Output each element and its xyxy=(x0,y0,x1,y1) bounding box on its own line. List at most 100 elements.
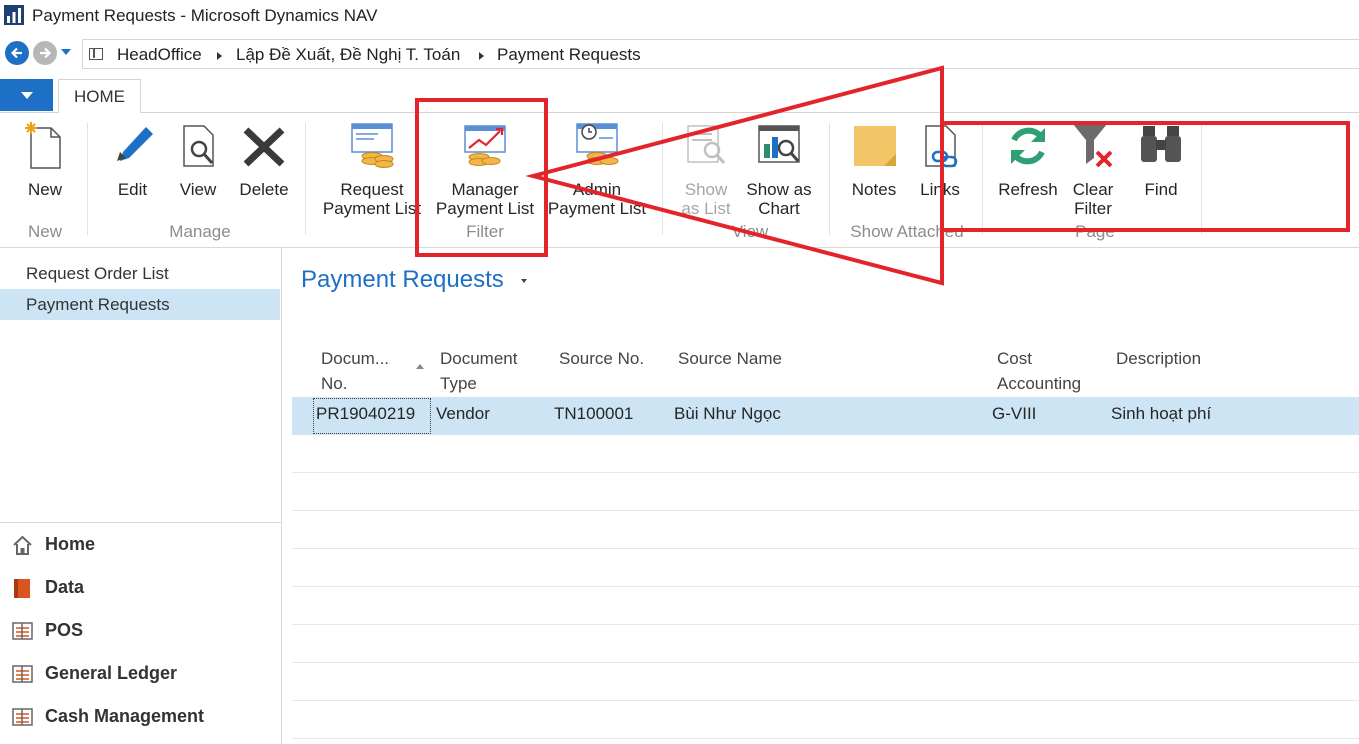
nav-area-data[interactable]: Data xyxy=(10,573,280,603)
column-header-document-no-line2: No. xyxy=(321,374,348,393)
request-payment-list-button[interactable]: Request Payment List xyxy=(318,122,426,218)
nav-area-general-ledger-label: General Ledger xyxy=(45,663,178,683)
empty-row-divider xyxy=(292,510,1359,511)
edit-button[interactable]: Edit xyxy=(110,122,155,199)
links-button[interactable]: Links xyxy=(914,122,966,199)
show-list-icon xyxy=(687,125,726,164)
application-menu-button[interactable] xyxy=(0,79,53,111)
show-as-chart-label-1: Show as xyxy=(746,180,812,199)
find-button-label: Find xyxy=(1144,180,1178,199)
tab-home[interactable]: HOME xyxy=(58,79,141,113)
forward-button[interactable] xyxy=(33,41,57,65)
cell-description[interactable]: Sinh hoạt phí xyxy=(1111,404,1211,424)
ribbon: New New Edit View Delete Manage Request … xyxy=(0,113,1359,248)
notes-button[interactable]: Notes xyxy=(846,122,902,199)
refresh-button-label: Refresh xyxy=(998,180,1058,199)
delete-button[interactable]: Delete xyxy=(236,122,292,199)
refresh-button[interactable]: Refresh xyxy=(996,122,1060,199)
history-dropdown-icon[interactable] xyxy=(61,49,71,55)
nav-area-pos[interactable]: POS xyxy=(10,616,280,646)
chart-magnifier-icon xyxy=(758,125,800,163)
manager-payment-list-button[interactable]: Manager Payment List xyxy=(431,122,539,218)
nav-item-request-order-list[interactable]: Request Order List xyxy=(0,258,280,289)
nav-area-cash-management[interactable]: Cash Management xyxy=(10,702,280,732)
empty-row-divider xyxy=(292,624,1359,625)
manager-payment-list-label-1: Manager xyxy=(451,180,519,199)
request-payment-list-label-1: Request xyxy=(340,180,404,199)
list-coins-icon xyxy=(351,123,394,168)
ledger-icon xyxy=(12,622,33,640)
address-field[interactable]: HeadOffice Lập Đề Xuất, Đề Nghị T. Toán … xyxy=(82,39,1359,69)
cell-document-no[interactable]: PR19040219 xyxy=(316,404,415,424)
column-header-cost-accounting[interactable]: Cost Accounting xyxy=(997,346,1081,396)
nav-area-home[interactable]: Home xyxy=(10,530,280,560)
clear-filter-icon xyxy=(1073,124,1113,168)
cell-source-no[interactable]: TN100001 xyxy=(554,404,633,424)
arrow-right-icon xyxy=(40,47,52,59)
admin-payment-list-button[interactable]: Admin Payment List xyxy=(543,122,651,218)
nav-area-general-ledger[interactable]: General Ledger xyxy=(10,659,280,689)
window-title: Payment Requests - Microsoft Dynamics NA… xyxy=(32,6,378,25)
nav-area-pos-label: POS xyxy=(45,620,84,640)
home-icon xyxy=(13,535,32,555)
breadcrumb-department[interactable]: Lập Đề Xuất, Đề Nghị T. Toán xyxy=(236,45,460,65)
back-button[interactable] xyxy=(5,41,29,65)
chevron-down-icon[interactable] xyxy=(521,279,527,283)
clear-filter-button[interactable]: Clear Filter xyxy=(1066,122,1120,218)
column-header-document-type-line1: Document xyxy=(440,349,518,368)
group-separator xyxy=(829,123,830,235)
breadcrumb-payment-requests[interactable]: Payment Requests xyxy=(497,45,641,65)
admin-payment-list-label-1: Admin xyxy=(572,180,622,199)
page-title[interactable]: Payment Requests xyxy=(301,266,504,294)
title-bar: Payment Requests - Microsoft Dynamics NA… xyxy=(0,0,1359,32)
empty-row-divider xyxy=(292,472,1359,473)
column-header-cost-accounting-line2: Accounting xyxy=(997,374,1082,393)
breadcrumb-separator-icon[interactable] xyxy=(479,52,484,60)
address-bar: HeadOffice Lập Đề Xuất, Đề Nghị T. Toán … xyxy=(0,36,1359,72)
new-document-icon xyxy=(25,122,61,169)
group-label-page: Page xyxy=(1075,222,1115,241)
dynamics-nav-logo-icon xyxy=(4,5,24,25)
group-separator xyxy=(305,123,306,235)
group-label-manage: Manage xyxy=(169,222,231,241)
find-button[interactable]: Find xyxy=(1136,122,1186,199)
links-button-label: Links xyxy=(920,180,960,199)
show-as-chart-label-2: Chart xyxy=(758,199,800,218)
show-as-list-label-1: Show xyxy=(684,180,728,199)
breadcrumb-separator-icon[interactable] xyxy=(217,52,222,60)
show-as-list-button[interactable]: Show as List xyxy=(676,122,736,218)
cell-source-name[interactable]: Bùi Như Ngọc xyxy=(674,404,781,424)
column-header-description[interactable]: Description xyxy=(1116,346,1201,371)
new-button[interactable]: New xyxy=(18,122,72,199)
breadcrumb-headoffice[interactable]: HeadOffice xyxy=(117,45,202,65)
column-header-document-no[interactable]: Docum... No. xyxy=(321,346,389,396)
manager-payment-list-label-2: Payment List xyxy=(435,199,535,218)
view-button[interactable]: View xyxy=(172,122,224,199)
group-label-new: New xyxy=(27,222,62,241)
page-icon xyxy=(89,48,103,60)
show-as-chart-button[interactable]: Show as Chart xyxy=(743,122,815,218)
column-header-cost-accounting-line1: Cost xyxy=(997,349,1032,368)
cell-cost-accounting[interactable]: G-VIII xyxy=(992,404,1036,424)
ledger-icon xyxy=(12,708,33,726)
navigation-pane: Request Order List Payment Requests Home… xyxy=(0,248,282,744)
cell-document-type[interactable]: Vendor xyxy=(436,404,490,424)
edit-button-label: Edit xyxy=(117,180,148,199)
document-link-icon xyxy=(925,125,958,168)
empty-row-divider xyxy=(292,548,1359,549)
group-separator xyxy=(87,123,88,235)
column-header-document-type[interactable]: Document Type xyxy=(440,346,517,396)
clear-filter-label-1: Clear xyxy=(1072,180,1114,199)
delete-button-label: Delete xyxy=(239,180,289,199)
empty-row-divider xyxy=(292,662,1359,663)
column-header-document-type-line2: Type xyxy=(440,374,477,393)
nav-item-payment-requests[interactable]: Payment Requests xyxy=(0,289,280,320)
new-button-label: New xyxy=(27,180,62,199)
group-separator xyxy=(982,123,983,235)
navigation-divider xyxy=(0,522,282,523)
column-header-source-no[interactable]: Source No. xyxy=(559,346,644,371)
book-icon xyxy=(14,579,30,598)
sticky-note-icon xyxy=(854,126,896,166)
column-header-source-name[interactable]: Source Name xyxy=(678,346,782,371)
view-button-label: View xyxy=(179,180,217,199)
